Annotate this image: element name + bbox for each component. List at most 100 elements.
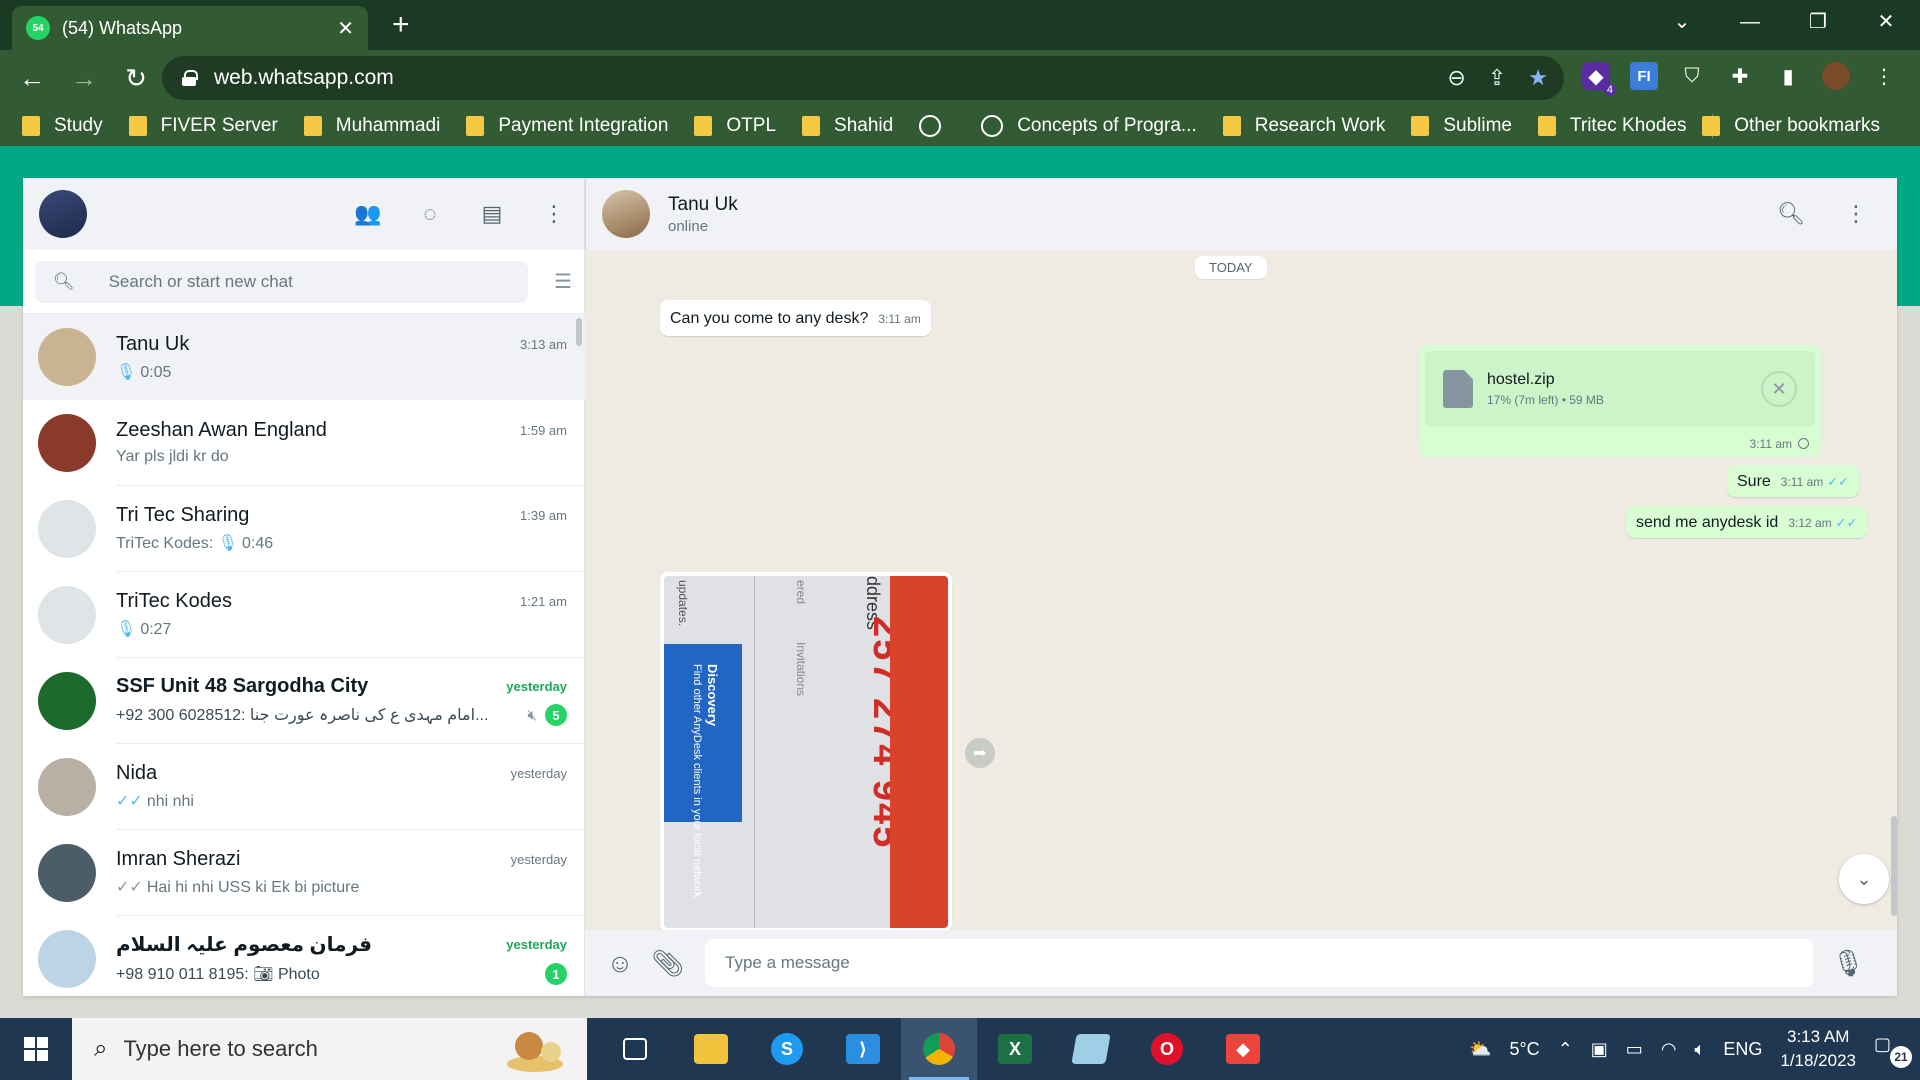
start-button[interactable] xyxy=(0,1018,72,1080)
minimize-button[interactable]: — xyxy=(1716,0,1784,44)
back-button[interactable]: ← xyxy=(12,63,52,94)
browser-menu-icon[interactable]: ⋮ xyxy=(1870,62,1898,90)
search-input[interactable] xyxy=(108,271,509,292)
opera-icon[interactable]: O xyxy=(1129,1018,1205,1080)
bookmark-concepts[interactable]: Concepts of Progra... xyxy=(981,115,1197,137)
forward-button[interactable]: → xyxy=(64,63,104,94)
contact-avatar[interactable] xyxy=(602,190,650,238)
anydesk-icon[interactable]: ◆ xyxy=(1205,1018,1281,1080)
chat-list: Tanu Uk 3:13 am 🎙︎ 0:05 Zeeshan Awan Engla… xyxy=(23,314,585,996)
language-indicator[interactable]: ENG xyxy=(1723,1039,1762,1060)
tab-close-icon[interactable]: ✕ xyxy=(337,16,354,41)
chat-item-nida[interactable]: Nida yesterday ✓✓ nhi nhi xyxy=(23,744,585,830)
emoji-icon[interactable]: ☺ xyxy=(603,948,637,979)
image-message[interactable]: Discovery Find other AnyDesk clients in y… xyxy=(660,572,952,930)
meet-now-icon[interactable]: ▣ xyxy=(1591,1039,1608,1060)
bookmark-study[interactable]: Study xyxy=(22,115,103,137)
notepad-icon[interactable] xyxy=(1053,1018,1129,1080)
chat-item-ssf-unit[interactable]: SSF Unit 48 Sargodha City yesterday +92 3… xyxy=(23,658,585,744)
extensions-puzzle-icon[interactable]: ✚ xyxy=(1726,62,1754,90)
share-icon[interactable]: ⇪ xyxy=(1488,65,1506,91)
chat-name: Zeeshan Awan England xyxy=(116,419,327,441)
avatar xyxy=(38,844,96,902)
bookmark-sublime[interactable]: Sublime xyxy=(1411,115,1512,137)
status-icon[interactable]: ◌ xyxy=(416,201,444,227)
excel-icon[interactable]: X xyxy=(977,1018,1053,1080)
file-explorer-icon[interactable] xyxy=(673,1018,749,1080)
chat-item-farman[interactable]: فرمان معصوم علیہ السلام yesterday +98 910… xyxy=(23,916,585,996)
anydesk-photo[interactable]: Discovery Find other AnyDesk clients in y… xyxy=(664,576,948,928)
cancel-upload-icon[interactable]: ✕ xyxy=(1761,371,1797,407)
bookmark-otpl[interactable]: OTPL xyxy=(694,115,776,137)
microphone-icon[interactable]: 🎙︎ xyxy=(1831,948,1865,979)
skype-icon[interactable]: S xyxy=(749,1018,825,1080)
side-panel-icon[interactable]: ▮ xyxy=(1774,62,1802,90)
zoom-icon[interactable]: ⊖ xyxy=(1447,65,1465,91)
restore-button[interactable]: ❐ xyxy=(1784,0,1852,44)
lock-icon[interactable] xyxy=(182,70,198,86)
message-outgoing[interactable]: send me anydesk id 3:12 am ✓✓ xyxy=(1626,506,1868,538)
conversation-menu-icon[interactable]: ⋮ xyxy=(1845,201,1867,227)
new-tab-button[interactable]: + xyxy=(392,10,410,40)
taskbar-search[interactable]: ⌕ Type here to search xyxy=(72,1018,587,1080)
extension-shield-icon[interactable]: ⛉ xyxy=(1678,62,1706,90)
menu-icon[interactable]: ⋮ xyxy=(540,201,568,227)
attach-icon[interactable]: 📎︎ xyxy=(651,948,685,979)
message-time: 3:12 am xyxy=(1788,516,1832,530)
chat-item-tritec-sharing[interactable]: Tri Tec Sharing 1:39 am TriTec Kodes: 🎙︎ 0… xyxy=(23,486,585,572)
bookmark-muhammadi[interactable]: Muhammadi xyxy=(303,115,440,137)
chat-list-scrollbar[interactable] xyxy=(576,318,582,346)
message-time: 3:11 am xyxy=(1780,475,1824,489)
extension-fi-icon[interactable]: FI xyxy=(1630,62,1658,90)
message-text: send me anydesk id xyxy=(1636,514,1779,531)
new-chat-icon[interactable]: ▤ xyxy=(478,201,506,227)
bookmark-research-work[interactable]: Research Work xyxy=(1222,115,1385,137)
file-card[interactable]: hostel.zip 17% (7m left) • 59 MB ✕ xyxy=(1425,351,1815,427)
tab-search-icon[interactable]: ⌄ xyxy=(1648,0,1716,44)
battery-icon[interactable]: ▭ xyxy=(1626,1039,1643,1060)
bookmark-fiver-server[interactable]: FIVER Server xyxy=(128,115,278,137)
reload-button[interactable]: ↻ xyxy=(116,63,156,94)
chat-item-zeeshan[interactable]: Zeeshan Awan England 1:59 am Yar pls jldi… xyxy=(23,400,585,486)
wifi-icon[interactable]: ◠ xyxy=(1661,1039,1677,1060)
weather-icon[interactable]: ⛅ xyxy=(1469,1039,1491,1060)
chrome-icon[interactable] xyxy=(901,1018,977,1080)
chat-item-tritec-kodes[interactable]: TriTec Kodes 1:21 am 🎙︎ 0:27 xyxy=(23,572,585,658)
filter-icon[interactable]: ☰ xyxy=(528,269,572,294)
bookmark-payment-integration[interactable]: Payment Integration xyxy=(466,115,668,137)
conversation-header[interactable]: Tanu Uk online 🔍︎ ⋮ xyxy=(585,178,1897,250)
message-input[interactable] xyxy=(705,939,1813,987)
chat-time: 3:13 am xyxy=(520,336,567,352)
extension-purple-icon[interactable]: ◆ 4 xyxy=(1582,62,1616,96)
message-file-outgoing[interactable]: hostel.zip 17% (7m left) • 59 MB ✕ xyxy=(1419,345,1821,441)
chat-item-tanu-uk[interactable]: Tanu Uk 3:13 am 🎙︎ 0:05 xyxy=(23,314,585,400)
weather-temp[interactable]: 5°C xyxy=(1509,1039,1539,1060)
message-incoming[interactable]: Can you come to any desk? 3:11 am xyxy=(660,300,931,336)
bookmark-star-icon[interactable]: ★ xyxy=(1528,65,1548,91)
vscode-icon[interactable]: ⟩ xyxy=(825,1018,901,1080)
search-messages-icon[interactable]: 🔍︎ xyxy=(1777,201,1805,227)
message-outgoing[interactable]: Sure 3:11 am ✓✓ xyxy=(1727,465,1860,497)
communities-icon[interactable]: 👥 xyxy=(354,201,382,227)
photo-divider xyxy=(754,576,755,928)
search-box: 🔍︎ xyxy=(35,260,528,303)
my-avatar[interactable] xyxy=(39,190,87,238)
clock[interactable]: 3:13 AM 1/18/2023 xyxy=(1780,1025,1856,1073)
other-bookmarks[interactable]: Other bookmarks xyxy=(1702,106,1880,146)
notification-center-icon[interactable]: ▢ 21 xyxy=(1874,1034,1912,1068)
task-view-icon[interactable] xyxy=(597,1018,673,1080)
address-bar[interactable]: web.whatsapp.com ⊖ ⇪ ★ xyxy=(162,56,1564,100)
bookmark-shahid[interactable]: Shahid xyxy=(802,115,893,137)
volume-icon[interactable]: 🔈︎ xyxy=(1695,1039,1706,1060)
show-hidden-icons-icon[interactable]: ⌃ xyxy=(1558,1039,1573,1060)
scroll-to-bottom-button[interactable]: ⌄ xyxy=(1839,854,1889,904)
search-icon[interactable]: 🔍︎ xyxy=(53,272,75,292)
close-window-button[interactable]: ✕ xyxy=(1852,0,1920,44)
bookmark-tritec-khodes[interactable]: Tritec Khodes xyxy=(1537,115,1687,137)
bookmark-whatsapp[interactable] xyxy=(919,115,955,137)
profile-avatar[interactable] xyxy=(1822,62,1850,90)
chat-item-imran[interactable]: Imran Sherazi yesterday ✓✓ Hai hi nhi USS … xyxy=(23,830,585,916)
browser-tab[interactable]: 54 (54) WhatsApp ✕ xyxy=(12,6,368,50)
message-scrollbar[interactable] xyxy=(1891,816,1897,916)
forward-icon[interactable]: ➦ xyxy=(965,738,995,768)
